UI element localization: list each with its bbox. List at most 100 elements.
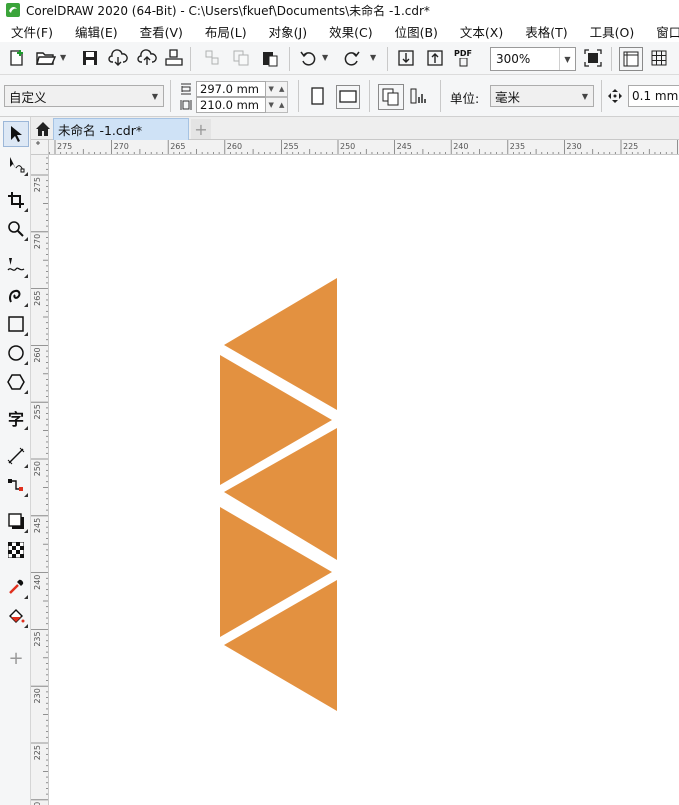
landscape-button[interactable] [336,85,360,109]
cloud-import-button[interactable] [108,49,128,67]
open-dropdown-arrow[interactable]: ▼ [60,53,66,62]
full-screen-button[interactable] [584,49,602,67]
vertical-ruler[interactable]: 275270265260255250245240235230225220 [31,155,49,805]
new-document-button[interactable] [8,49,26,67]
menu-bitmaps[interactable]: 位图(B) [395,22,438,41]
toolbar-separator [611,47,612,71]
toolbar-separator [170,80,171,112]
eyedropper-tool[interactable] [3,574,29,600]
current-page-button[interactable] [409,86,429,106]
ruler-origin-corner[interactable] [31,140,49,155]
export-button[interactable] [426,49,444,67]
rulers-icon [623,51,639,67]
flyout-indicator [24,274,28,278]
page-height-input[interactable]: 297.0 mm [196,80,266,97]
menu-window[interactable]: 窗口 [656,22,679,41]
customize-toolbox-button[interactable]: + [3,645,29,671]
save-button[interactable] [81,49,99,67]
undo-dropdown-arrow[interactable]: ▼ [322,53,328,62]
all-pages-button[interactable] [378,84,404,110]
menu-view[interactable]: 查看(V) [140,22,183,41]
zoom-level-combo[interactable]: 300% ▼ [490,47,576,71]
document-tab-bar: 未命名 -1.cdr* + [31,117,679,140]
page-size-dropdown-arrow[interactable]: ▼ [147,92,163,101]
connector-tool[interactable] [3,472,29,498]
document-tab-name: 未命名 -1.cdr* [58,123,143,138]
freehand-pen-icon [7,258,25,271]
show-rulers-toggle[interactable] [619,47,643,71]
page-width-input[interactable]: 210.0 mm [196,96,266,113]
ellipse-tool[interactable] [3,340,29,366]
units-select[interactable]: 毫米 ▼ [490,85,594,107]
horizontal-ruler[interactable]: 275270265260255250245240235230225220 [49,140,679,155]
welcome-home-tab[interactable] [33,119,53,139]
page-size-preset-value[interactable]: 自定义 [5,87,147,106]
show-grid-toggle[interactable] [650,49,668,67]
redo-button[interactable] [343,49,361,67]
copy-button[interactable] [232,49,250,67]
ruler-label: 250 [340,142,355,151]
menu-effects[interactable]: 效果(C) [329,22,372,41]
ruler-label: 250 [33,461,42,476]
vertical-ruler-scale: 275270265260255250245240235230225220 [31,157,48,805]
text-tool[interactable]: 字 [3,405,29,431]
pick-tool[interactable] [3,121,29,147]
menu-text[interactable]: 文本(X) [460,22,503,41]
zoom-level-value[interactable]: 300% [491,52,559,66]
toolbox: 字 + [0,117,31,805]
interactive-fill-tool[interactable] [3,603,29,629]
toolbar-separator [369,80,370,112]
ruler-label: 265 [33,291,42,306]
hexagon-icon [7,374,25,390]
coreldraw-logo-icon [6,3,20,17]
menu-bar: 文件(F) 编辑(E) 查看(V) 布局(L) 对象(J) 效果(C) 位图(B… [0,20,679,42]
import-button[interactable] [397,49,415,67]
zoom-dropdown-arrow[interactable]: ▼ [559,48,575,70]
menu-table[interactable]: 表格(T) [525,22,567,41]
shape-tool[interactable] [3,151,29,177]
nudge-distance-input[interactable]: 0.1 mm [628,85,679,107]
ruler-label: 235 [510,142,525,151]
menu-tools[interactable]: 工具(O) [590,22,635,41]
shape-node-icon [10,157,25,173]
paste-button[interactable] [261,49,279,67]
polygon-tool[interactable] [3,369,29,395]
drop-shadow-tool[interactable] [3,508,29,534]
parallel-dimension-tool[interactable] [3,443,29,469]
print-button[interactable] [164,49,184,67]
document-tab[interactable]: 未命名 -1.cdr* [53,118,189,140]
menu-edit[interactable]: 编辑(E) [75,22,118,41]
cut-button[interactable] [203,49,221,67]
ruler-label: 240 [33,575,42,590]
flyout-indicator [24,624,28,628]
menu-file[interactable]: 文件(F) [11,22,53,41]
freehand-tool[interactable] [3,253,29,279]
new-tab-button[interactable]: + [191,119,211,139]
drawing-canvas[interactable] [49,155,679,805]
transparency-tool[interactable] [3,537,29,563]
units-dropdown-arrow[interactable]: ▼ [577,92,593,101]
menu-layout[interactable]: 布局(L) [205,22,247,41]
all-pages-icon [382,88,399,106]
crop-tool[interactable] [3,187,29,213]
cloud-export-button[interactable] [137,49,157,67]
page-size-preset-select[interactable]: 自定义 ▼ [4,85,164,107]
publish-pdf-button[interactable]: PDF [454,49,472,67]
folder-icon [36,52,56,65]
rectangle-tool[interactable] [3,311,29,337]
page-width-spinner[interactable]: ▼ ▲ [266,96,288,113]
ruler-label: 245 [397,142,412,151]
zoom-tool[interactable] [3,216,29,242]
units-value[interactable]: 毫米 [491,87,577,106]
menu-object[interactable]: 对象(J) [269,22,307,41]
ruler-label: 240 [453,142,468,151]
artistic-media-tool[interactable] [3,282,29,308]
undo-button[interactable] [299,49,317,67]
page-height-spinner[interactable]: ▼ ▲ [266,80,288,97]
pdf-label: PDF [454,49,472,58]
ruler-label: 235 [33,631,42,646]
redo-dropdown-arrow[interactable]: ▼ [370,53,376,62]
portrait-button[interactable] [310,86,326,106]
open-button[interactable] [36,49,56,67]
eyedropper-icon [9,579,24,594]
